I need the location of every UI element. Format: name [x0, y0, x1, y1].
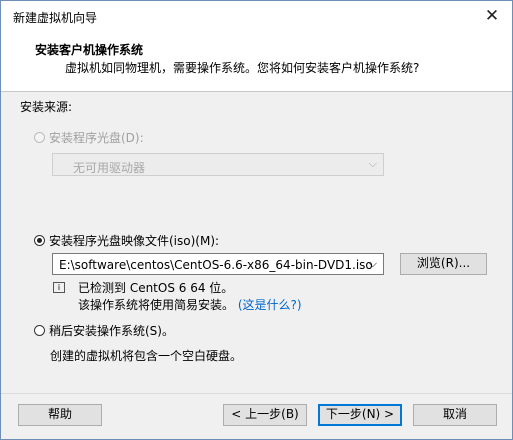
browse-button[interactable]: 浏览(R)... [400, 253, 487, 275]
install-later-description: 创建的虚拟机将包含一个空白硬盘。 [50, 349, 243, 363]
radio-button-icon [34, 235, 45, 246]
page-title: 安装客户机操作系统 [35, 43, 144, 57]
chevron-down-icon: ⌵ [368, 157, 377, 170]
iso-path-value: E:\software\centos\CentOS-6.6-x86_64-bin… [59, 258, 373, 272]
iso-path-combo[interactable]: E:\software\centos\CentOS-6.6-x86_64-bin… [52, 253, 384, 275]
window-title: 新建虚拟机向导 [13, 11, 98, 25]
install-disc-label: 安装程序光盘(D): [49, 131, 144, 145]
page-subtitle: 虚拟机如同物理机，需要操作系统。您将如何安装客户机操作系统? [65, 61, 420, 75]
drive-select-value: 无可用驱动器 [73, 161, 146, 175]
back-button[interactable]: < 上一步(B) [223, 404, 307, 426]
easy-install-text: 该操作系统将使用简易安装。 [78, 298, 235, 312]
detection-info: 已检测到 CentOS 6 64 位。 该操作系统将使用简易安装。 (这是什么?… [78, 280, 302, 314]
titlebar: 新建虚拟机向导 ✕ [1, 1, 512, 31]
help-button[interactable]: 帮助 [18, 404, 102, 426]
wizard-header: 安装客户机操作系统 虚拟机如同物理机，需要操作系统。您将如何安装客户机操作系统? [1, 31, 512, 92]
radio-install-later[interactable]: 稍后安装操作系统(S)。 [34, 322, 174, 339]
install-iso-label: 安装程序光盘映像文件(iso)(M): [49, 234, 220, 248]
info-icon: i [53, 282, 65, 293]
whats-this-link[interactable]: (这是什么?) [238, 298, 302, 312]
install-source-label: 安装来源: [20, 100, 73, 114]
close-icon[interactable]: ✕ [482, 6, 502, 26]
detected-os-text: 已检测到 CentOS 6 64 位。 [78, 281, 234, 295]
drive-select[interactable]: 无可用驱动器 ⌵ [52, 153, 384, 176]
next-button[interactable]: 下一步(N) > [318, 404, 402, 426]
chevron-down-icon[interactable]: ⌵ [369, 257, 377, 271]
radio-install-iso[interactable]: 安装程序光盘映像文件(iso)(M): [34, 232, 219, 249]
cancel-button[interactable]: 取消 [413, 404, 497, 426]
radio-install-disc[interactable]: 安装程序光盘(D): [34, 129, 144, 146]
radio-button-icon [34, 132, 45, 143]
radio-button-icon [34, 325, 45, 336]
install-later-label: 稍后安装操作系统(S)。 [49, 324, 174, 338]
new-vm-wizard-dialog: 新建虚拟机向导 ✕ 安装客户机操作系统 虚拟机如同物理机，需要操作系统。您将如何… [0, 0, 513, 440]
